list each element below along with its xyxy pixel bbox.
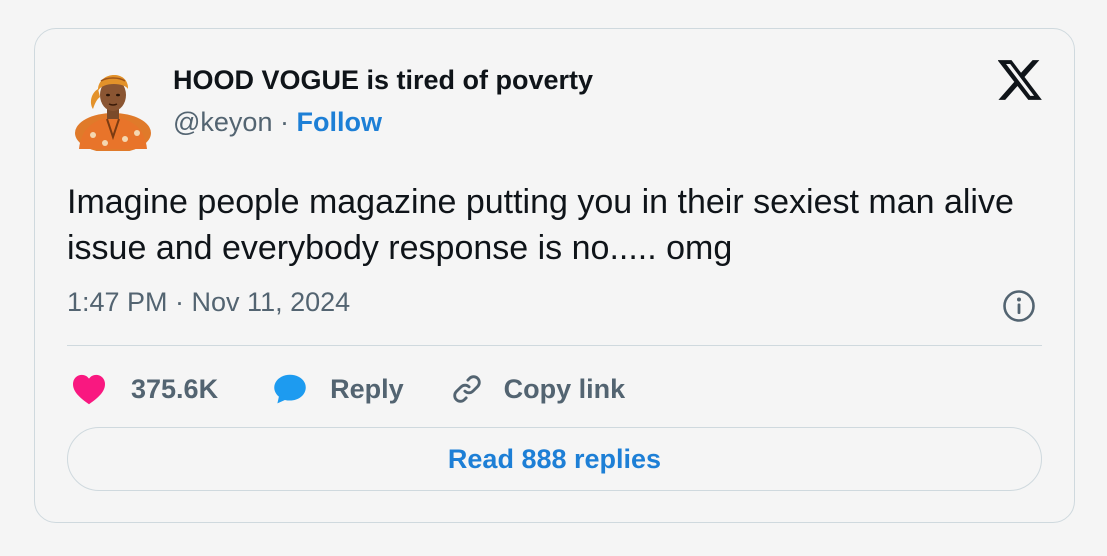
tweet-timestamp[interactable]: 1:47 PM · Nov 11, 2024 <box>67 287 350 318</box>
tweet-embed-card: HOOD VOGUE is tired of poverty @keyon · … <box>34 28 1075 523</box>
tweet-text: Imagine people magazine putting you in t… <box>67 183 1014 267</box>
link-icon <box>452 375 481 403</box>
copy-link-button[interactable]: Copy link <box>450 372 626 406</box>
reply-label: Reply <box>330 373 404 404</box>
x-logo-icon[interactable] <box>998 59 1042 101</box>
author-handle[interactable]: @keyon <box>173 107 272 137</box>
divider <box>67 345 1042 346</box>
author-handle-row: @keyon · Follow <box>173 107 382 138</box>
handle-separator: · <box>272 107 297 137</box>
info-icon[interactable] <box>1002 289 1036 323</box>
follow-button[interactable]: Follow <box>296 107 381 137</box>
speech-bubble-icon <box>274 374 306 404</box>
heart-icon <box>73 374 105 405</box>
copy-link-label: Copy link <box>503 373 626 404</box>
author-display-name[interactable]: HOOD VOGUE is tired of poverty <box>173 65 593 96</box>
like-count: 375.6K <box>131 373 219 404</box>
read-replies-button[interactable]: Read 888 replies <box>67 427 1042 491</box>
avatar[interactable] <box>73 59 153 151</box>
tweet-actions: 375.6K Reply Copy link <box>71 367 625 411</box>
like-button[interactable]: 375.6K <box>71 373 218 405</box>
reply-button[interactable]: Reply <box>272 371 404 407</box>
